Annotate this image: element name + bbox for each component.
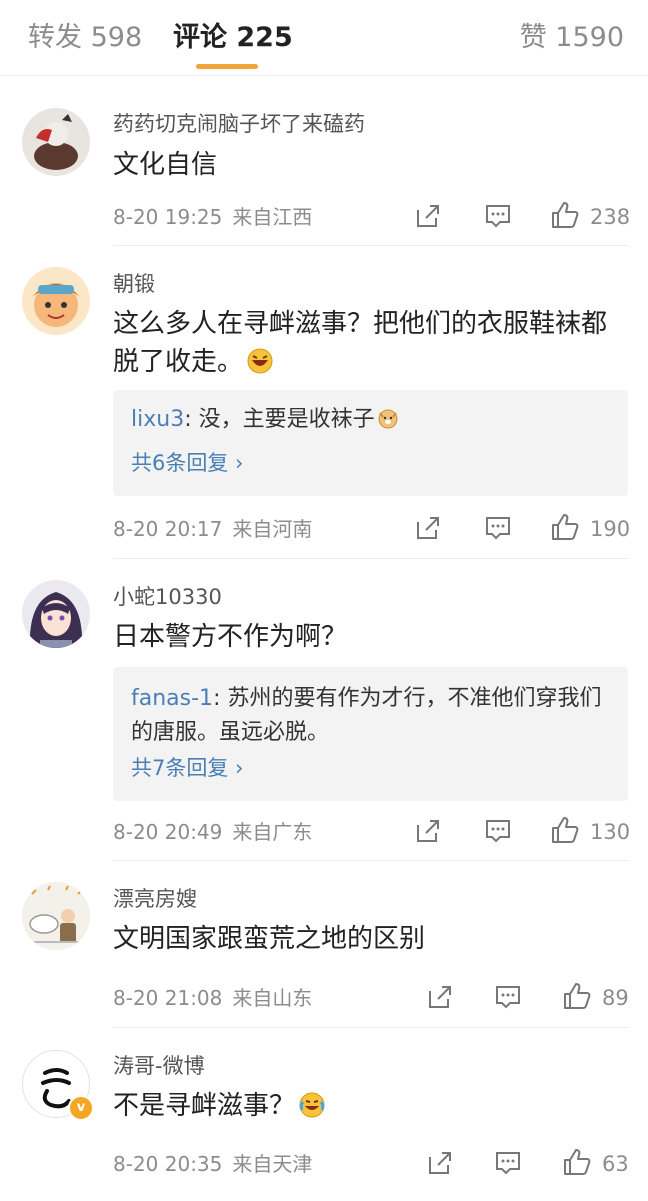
like-button[interactable] [562, 1147, 592, 1177]
comment-time: 8-20 20:17 [113, 517, 223, 541]
doge-emoji-icon [378, 409, 398, 429]
avatar[interactable] [22, 882, 90, 950]
comment-username[interactable]: 药药切克闹脑子坏了来磕药 [113, 110, 365, 138]
like-button[interactable] [562, 981, 592, 1011]
comment-location: 来自江西 [232, 205, 313, 229]
comment-item: 小蛇10330 日本警方不作为啊？ fanas-1: 苏州的要有作为才行，不准他… [0, 559, 648, 861]
reply-line: lixu3: 没，主要是收袜子 [131, 403, 610, 437]
share-button[interactable] [414, 514, 442, 544]
active-tab-indicator [196, 64, 258, 69]
reply-text: : 没，主要是收袜子 [184, 407, 375, 432]
comment-time: 8-20 21:08 [113, 986, 223, 1010]
comment-item: 药药切克闹脑子坏了来磕药 文化自信 8-20 19:25 来自江西 238 [0, 76, 648, 246]
comment-location: 来自广东 [232, 820, 313, 844]
thumbs-up-icon [552, 817, 579, 843]
comment-location: 来自山东 [232, 986, 313, 1010]
comment-item: v 涛哥-微博 不是寻衅滋事？ 8-20 20:35 来自天津 63 [0, 1028, 648, 1201]
comment-tabs: 转发 598 评论 225 赞 1590 [0, 0, 648, 76]
share-icon [429, 986, 451, 1008]
reply-preview[interactable]: fanas-1: 苏州的要有作为才行，不准他们穿我们的唐服。虽远必脱。 共7条回… [113, 667, 628, 801]
avatar-cartoon-boy-icon [22, 267, 90, 335]
verified-badge: v [68, 1095, 94, 1121]
share-icon [417, 205, 439, 227]
comment-meta: 8-20 20:49 来自广东 [113, 818, 312, 846]
view-replies-link[interactable]: 共7条回复 › [131, 754, 243, 782]
like-button[interactable] [550, 512, 580, 542]
comment-meta: 8-20 20:17 来自河南 [113, 515, 312, 543]
comment-button[interactable] [484, 202, 512, 232]
comment-button[interactable] [494, 1149, 522, 1179]
thumbs-up-icon [552, 202, 579, 228]
share-button[interactable] [414, 202, 442, 232]
comment-button[interactable] [494, 983, 522, 1013]
laughing-emoji-icon [247, 348, 273, 374]
comment-meta: 8-20 19:25 来自江西 [113, 203, 312, 231]
reply-username[interactable]: lixu3 [131, 407, 184, 432]
share-button[interactable] [426, 1149, 454, 1179]
comment-time: 8-20 19:25 [113, 205, 223, 229]
avatar[interactable] [22, 580, 90, 648]
view-replies-link[interactable]: 共6条回复 › [131, 449, 243, 477]
comment-text: 文化自信 [113, 150, 218, 180]
comment-text: 这么多人在寻衅滋事？把他们的衣服鞋袜都脱了收走。 [113, 305, 626, 381]
comment-icon [496, 986, 520, 1009]
comment-text: 日本警方不作为啊？ [113, 622, 348, 652]
like-count: 89 [602, 986, 629, 1010]
comment-button[interactable] [484, 817, 512, 847]
like-button[interactable] [550, 815, 580, 845]
comment-username[interactable]: 漂亮房嫂 [113, 885, 197, 913]
reply-username[interactable]: fanas-1 [131, 686, 213, 711]
comment-icon [486, 205, 510, 228]
comment-icon [486, 820, 510, 843]
like-count: 190 [590, 517, 631, 541]
share-icon [417, 820, 439, 842]
share-button[interactable] [414, 817, 442, 847]
like-count: 63 [602, 1152, 629, 1176]
avatar-cartoon-room-icon [22, 882, 90, 950]
tab-comments[interactable]: 评论 225 [173, 18, 293, 58]
comment-button[interactable] [484, 514, 512, 544]
comment-location: 来自天津 [232, 1152, 313, 1176]
like-count: 130 [590, 820, 631, 844]
tab-likes[interactable]: 赞 1590 [520, 18, 624, 58]
comment-text: 文明国家跟蛮荒之地的区别 [113, 924, 426, 954]
thumbs-up-icon [552, 514, 579, 540]
comment-icon [496, 1152, 520, 1175]
like-count: 238 [590, 205, 631, 229]
tab-repost[interactable]: 转发 598 [28, 18, 142, 58]
thumbs-up-icon [564, 983, 591, 1009]
comment-meta: 8-20 21:08 来自山东 [113, 984, 312, 1012]
comment-meta: 8-20 20:35 来自天津 [113, 1150, 312, 1178]
crying-laughing-emoji-icon [299, 1092, 325, 1118]
avatar-illustration-icon [22, 108, 90, 176]
comment-username[interactable]: 涛哥-微博 [113, 1052, 205, 1080]
comment-time: 8-20 20:49 [113, 820, 223, 844]
comment-username[interactable]: 朝锻 [113, 270, 155, 298]
comment-text: 不是寻衅滋事？ [113, 1087, 626, 1125]
comment-location: 来自河南 [232, 517, 313, 541]
share-button[interactable] [426, 983, 454, 1013]
comment-text-content: 这么多人在寻衅滋事？把他们的衣服鞋袜都脱了收走。 [113, 309, 608, 377]
comment-icon [486, 517, 510, 540]
comment-username[interactable]: 小蛇10330 [113, 583, 222, 611]
share-icon [429, 1152, 451, 1174]
comment-item: 朝锻 这么多人在寻衅滋事？把他们的衣服鞋袜都脱了收走。 lixu3: 没，主要是… [0, 246, 648, 559]
like-button[interactable] [550, 200, 580, 230]
comment-item: 漂亮房嫂 文明国家跟蛮荒之地的区别 8-20 21:08 来自山东 89 [0, 861, 648, 1028]
share-icon [417, 517, 439, 539]
avatar-anime-icon [22, 580, 90, 648]
comment-time: 8-20 20:35 [113, 1152, 223, 1176]
thumbs-up-icon [564, 1149, 591, 1175]
reply-preview[interactable]: lixu3: 没，主要是收袜子 共6条回复 › [113, 390, 628, 496]
reply-line: fanas-1: 苏州的要有作为才行，不准他们穿我们的唐服。虽远必脱。 [131, 682, 610, 750]
avatar[interactable] [22, 108, 90, 176]
comment-text-content: 不是寻衅滋事？ [113, 1091, 296, 1121]
avatar[interactable] [22, 267, 90, 335]
